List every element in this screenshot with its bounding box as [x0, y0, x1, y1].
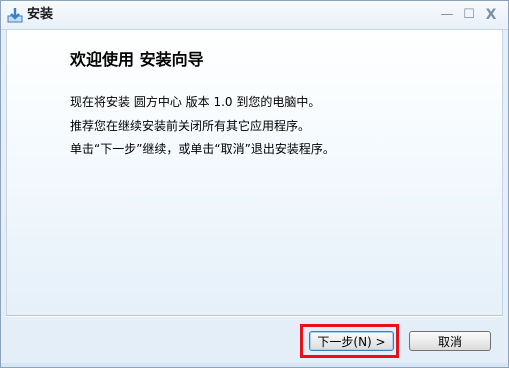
next-button[interactable]: 下一步(N) > — [309, 331, 394, 351]
maximize-button[interactable]: ☐ — [461, 7, 477, 23]
cancel-button[interactable]: 取消 — [409, 331, 491, 351]
installer-arrow-icon — [7, 8, 23, 23]
window-bottom-border — [1, 363, 508, 367]
page-title: 欢迎使用 安装向导 — [70, 50, 204, 69]
installer-window: 安装 — ☐ X 欢迎使用 安装向导 现在将安装 圆方中心 版本 1.0 到您的… — [0, 0, 509, 368]
wizard-content: 欢迎使用 安装向导 现在将安装 圆方中心 版本 1.0 到您的电脑中。 推荐您在… — [6, 30, 503, 315]
footer-divider — [6, 315, 503, 317]
minimize-button[interactable]: — — [439, 7, 455, 23]
close-apps-text: 推荐您在继续安装前关闭所有其它应用程序。 — [70, 119, 311, 133]
close-button[interactable]: X — [483, 7, 499, 23]
window-title: 安装 — [27, 7, 54, 22]
title-bar[interactable]: 安装 — ☐ X — [1, 1, 508, 30]
instructions-text: 单击“下一步”继续，或单击“取消”退出安装程序。 — [70, 142, 335, 156]
install-info-text: 现在将安装 圆方中心 版本 1.0 到您的电脑中。 — [70, 95, 321, 109]
